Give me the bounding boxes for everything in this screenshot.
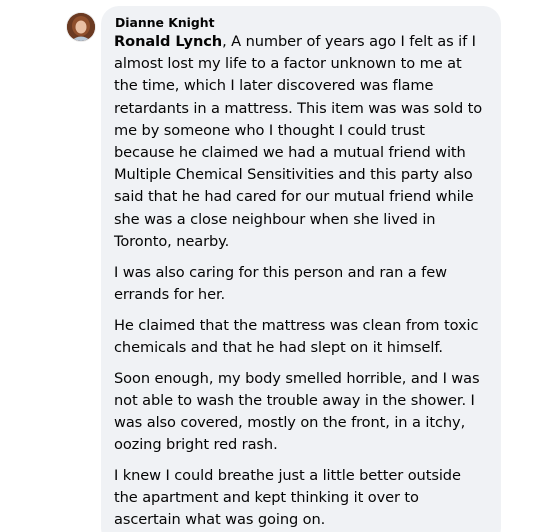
comment-body: Ronald Lynch, A number of years ago I fe… — [114, 31, 489, 532]
comment-text: , A number of years ago I felt as if I a… — [114, 33, 483, 250]
comment-paragraph: I was also caring for this person and ra… — [114, 263, 447, 303]
comment-author-name[interactable]: Dianne Knight — [115, 15, 489, 31]
comment-paragraph: I knew I could breathe just a little bet… — [114, 467, 461, 529]
comment-paragraph: Ronald Lynch, A number of years ago I fe… — [114, 31, 489, 253]
avatar[interactable] — [67, 13, 95, 41]
comment-bubble: Dianne Knight Ronald Lynch, A number of … — [101, 6, 501, 532]
comment-paragraph: He claimed that the mattress was clean f… — [114, 316, 479, 356]
profile-photo-icon — [67, 13, 95, 41]
comment-paragraph: Soon enough, my body smelled horrible, a… — [114, 369, 480, 454]
mention-link[interactable]: Ronald Lynch — [114, 33, 222, 50]
